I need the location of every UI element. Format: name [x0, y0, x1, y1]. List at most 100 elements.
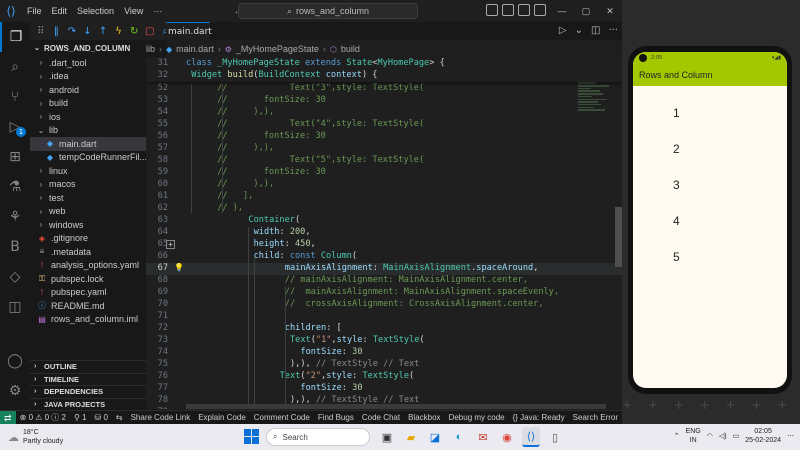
status-ports[interactable]: ⚲ 1 — [70, 413, 91, 422]
status-share-code-link[interactable]: Share Code Link — [127, 413, 195, 422]
command-center-search[interactable]: ⌕ rows_and_column — [238, 3, 418, 19]
wifi-icon[interactable]: ◠ — [707, 432, 713, 440]
section-label: JAVA PROJECTS — [44, 399, 106, 409]
step-into-icon[interactable]: ↓ — [83, 26, 93, 37]
maximize-button[interactable]: ▢ — [574, 6, 598, 17]
lightbulb-icon[interactable]: 💡 — [174, 263, 184, 272]
more-actions-icon[interactable]: ··· — [608, 25, 618, 36]
vertical-scrollbar[interactable] — [615, 207, 622, 267]
file-explorer-icon[interactable]: ▰ — [402, 427, 420, 447]
mail-icon[interactable]: ✉ — [474, 427, 492, 447]
phone-screen[interactable]: 2:05 ▾◢▮ Rows and Column 1 2 3 4 5 — [633, 52, 787, 388]
language-indicator[interactable]: ENG IN — [686, 427, 701, 445]
add-comment-icon[interactable]: + — [166, 240, 175, 249]
account-icon[interactable]: ◯ — [0, 346, 30, 376]
stop-icon[interactable]: ▢ — [145, 26, 155, 37]
status-comment-code[interactable]: Comment Code — [250, 413, 314, 422]
source-control-icon[interactable]: ⑂ — [0, 82, 30, 112]
code-token: ( — [351, 251, 358, 261]
settings-gear-icon[interactable]: ⚙ — [0, 376, 30, 406]
weather-widget[interactable]: ☁ 18°C Partly cloudy — [8, 428, 63, 446]
menu-view[interactable]: View — [119, 6, 148, 16]
code-line: 73 Text("1",style: TextStyle( — [146, 335, 622, 347]
code-editor[interactable]: 31 class _MyHomePageState extends State<M… — [146, 57, 622, 409]
windows-taskbar: ☁ 18°C Partly cloudy ⌕ Search ▣ ▰ ◪ ◐ ✉ … — [0, 424, 800, 450]
remote-icon[interactable]: ⇄ — [0, 410, 16, 425]
explorer-icon[interactable]: ❐ — [0, 22, 30, 52]
status-code-chat[interactable]: Code Chat — [358, 413, 404, 422]
toggle-secondary-sidebar-icon[interactable] — [518, 4, 530, 16]
emulator-taskbar-icon[interactable]: ▯ — [546, 427, 564, 447]
close-button[interactable]: ✕ — [598, 6, 622, 17]
python-icon[interactable]: ⚘ — [0, 202, 30, 232]
vscode-taskbar-icon[interactable]: ⟨⟩ — [522, 427, 540, 447]
screen: ⟨⟩ File Edit Selection View ··· ← → ⌕ ro… — [0, 0, 800, 450]
extensions-icon[interactable]: ⊞ — [0, 142, 30, 172]
clock[interactable]: 02:05 25-02-2024 — [745, 427, 781, 445]
run-icon[interactable]: ▷ — [559, 25, 567, 36]
toggle-sidebar-icon[interactable] — [486, 4, 498, 16]
code-text: // Text("4",style: TextStyle( — [217, 119, 424, 129]
step-out-icon[interactable]: ↑ — [98, 26, 108, 37]
tray-expand-icon[interactable]: ⌃ — [674, 432, 680, 440]
status-live-share[interactable]: ⇆ — [112, 413, 127, 422]
code-token: : — [372, 263, 384, 273]
blackbox-icon[interactable]: B — [0, 232, 30, 262]
status-search-error[interactable]: Search Error — [569, 413, 622, 422]
code-token: // ),), — [217, 143, 275, 153]
toggle-panel-icon[interactable] — [502, 4, 514, 16]
minimize-button[interactable]: — — [550, 6, 574, 16]
split-editor-icon[interactable]: ◫ — [591, 25, 600, 36]
status-find-bugs[interactable]: Find Bugs — [314, 413, 358, 422]
chevron-down-icon: ⌄ — [34, 45, 40, 52]
code-token: "2" — [305, 371, 322, 381]
column-text-2: 2 — [673, 142, 680, 156]
tab-main-dart[interactable]: main.dart — [166, 22, 212, 40]
battery-icon[interactable]: ▭ — [733, 432, 740, 440]
flutter-icon[interactable]: ◇ — [0, 262, 30, 292]
remote-explorer-icon[interactable]: ◫ — [0, 292, 30, 322]
status-debug-my-code[interactable]: Debug my code — [445, 413, 509, 422]
step-over-icon[interactable]: ↷ — [67, 26, 77, 37]
code-token: // ),), — [217, 179, 275, 189]
breadcrumb-method[interactable]: build — [341, 44, 360, 54]
volume-icon[interactable]: ◁) — [719, 432, 727, 440]
hot-reload-icon[interactable]: ϟ — [114, 26, 124, 37]
notifications-icon[interactable]: ⋯ — [787, 432, 794, 440]
pause-icon[interactable]: ‖ — [52, 26, 62, 37]
status-java-ready[interactable]: {} Java: Ready — [509, 413, 569, 422]
menu-more[interactable]: ··· — [148, 6, 167, 16]
run-debug-icon[interactable]: ▷ 1 — [0, 112, 30, 142]
customize-layout-icon[interactable] — [534, 4, 546, 16]
chevron-right-icon: › — [39, 193, 43, 203]
method-icon: ⬡ — [329, 44, 337, 54]
restart-icon[interactable]: ↻ — [129, 26, 139, 37]
code-token: 450 — [295, 239, 311, 249]
breadcrumb-lib[interactable]: lib — [146, 44, 155, 54]
horizontal-scrollbar[interactable] — [186, 404, 606, 409]
code-token: : — [279, 251, 290, 261]
status-blackbox[interactable]: Blackbox — [404, 413, 444, 422]
menu-edit[interactable]: Edit — [47, 6, 73, 16]
store-icon[interactable]: ◪ — [426, 427, 444, 447]
testing-icon[interactable]: ⚗ — [0, 172, 30, 202]
search-view-icon[interactable]: ⌕ — [0, 52, 30, 82]
code-text: width: 200, — [254, 227, 311, 237]
status-workspace[interactable]: ⛁ 0 — [91, 413, 112, 422]
menu-file[interactable]: File — [22, 6, 47, 16]
menu-selection[interactable]: Selection — [72, 6, 119, 16]
column-text-4: 4 — [673, 214, 680, 228]
taskbar-search[interactable]: ⌕ Search — [266, 428, 370, 446]
drag-handle-icon[interactable]: ⠿ — [36, 26, 46, 37]
task-view-icon[interactable]: ▣ — [378, 427, 396, 447]
code-text: fontSize: 30 — [300, 383, 362, 393]
breadcrumb-file[interactable]: main.dart — [176, 44, 214, 54]
chrome-icon[interactable]: ◉ — [498, 427, 516, 447]
breadcrumb-class[interactable]: _MyHomePageState — [236, 44, 319, 54]
edge-icon[interactable]: ◐ — [450, 427, 468, 447]
start-button[interactable] — [244, 429, 260, 445]
status-problems[interactable]: ⊗ 0 ⚠ 0 ⓘ 2 — [16, 412, 70, 423]
chevron-down-icon[interactable]: ⌄ — [575, 25, 583, 36]
code-line: 60 // ),), — [146, 179, 622, 191]
status-explain-code[interactable]: Explain Code — [194, 413, 250, 422]
